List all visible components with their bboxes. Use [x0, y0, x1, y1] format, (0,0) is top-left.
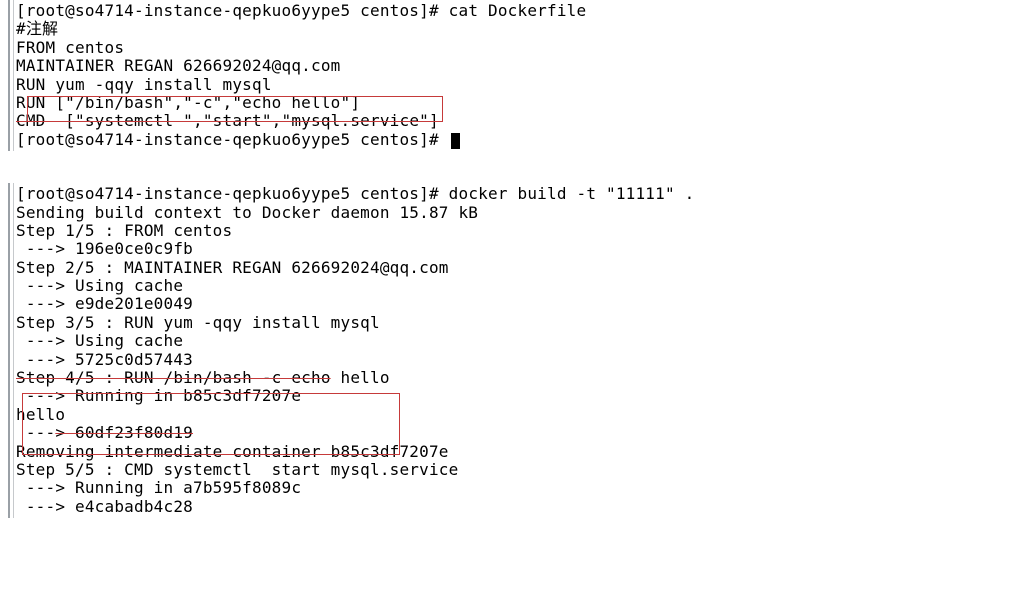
line-step4-hash: ---> 60df23f80d19	[16, 424, 1020, 442]
line-step2: Step 2/5 : MAINTAINER REGAN 626692024@qq…	[16, 259, 1020, 277]
terminal-bottom: [root@so4714-instance-qepkuo6yype5 cento…	[8, 183, 1026, 518]
line-step4-hash-struck: > 60df23f80d19	[55, 423, 193, 442]
line-cmd-struck: CMD ["systemctl ","start","mysql.ser	[16, 111, 380, 130]
line-step1: Step 1/5 : FROM centos	[16, 222, 1020, 240]
line-step2-cache: ---> Using cache	[16, 277, 1020, 295]
line-from: FROM centos	[16, 39, 1020, 57]
cursor-icon	[451, 133, 460, 149]
line-step4-running: ---> Running in b85c3df7207e	[16, 387, 1020, 405]
line-step5: Step 5/5 : CMD systemctl start mysql.ser…	[16, 461, 1020, 479]
line-step3: Step 3/5 : RUN yum -qqy install mysql	[16, 314, 1020, 332]
line-sending-context: Sending build context to Docker daemon 1…	[16, 204, 1020, 222]
line-step3-hash: ---> 5725c0d57443	[16, 351, 1020, 369]
line-prompt-idle: [root@so4714-instance-qepkuo6yype5 cento…	[16, 131, 1020, 149]
line-comment: #注解	[16, 20, 1020, 38]
line-step1-hash: ---> 196e0ce0c9fb	[16, 240, 1020, 258]
line-removing: Removing intermediate container b85c3df7…	[16, 443, 1020, 461]
line-cmd-tail: vice"]	[380, 111, 439, 130]
line-step5-hash: ---> e4cabadb4c28	[16, 498, 1020, 516]
terminal-top: [root@so4714-instance-qepkuo6yype5 cento…	[8, 0, 1026, 151]
line-cat-dockerfile: [root@so4714-instance-qepkuo6yype5 cento…	[16, 2, 1020, 20]
line-run-yum: RUN yum -qqy install mysql	[16, 76, 1020, 94]
line-step4: Step 4/5 : RUN /bin/bash -c echo hello	[16, 369, 1020, 387]
line-step3-cache: ---> Using cache	[16, 332, 1020, 350]
prompt: [root@so4714-instance-qepkuo6yype5 cento…	[16, 1, 449, 20]
line-step4-hash-head: ---	[16, 423, 55, 442]
prompt: [root@so4714-instance-qepkuo6yype5 cento…	[16, 184, 449, 203]
line-cmd: CMD ["systemctl ","start","mysql.service…	[16, 112, 1020, 130]
line-step4-tail: hello	[331, 368, 390, 387]
line-hello-output: hello	[16, 406, 1020, 424]
command-cat: cat Dockerfile	[449, 1, 587, 20]
line-docker-build: [root@so4714-instance-qepkuo6yype5 cento…	[16, 185, 1020, 203]
line-step5-running: ---> Running in a7b595f8089c	[16, 479, 1020, 497]
line-maintainer: MAINTAINER REGAN 626692024@qq.com	[16, 57, 1020, 75]
line-step2-hash: ---> e9de201e0049	[16, 295, 1020, 313]
command-docker-build: docker build -t "11111" .	[449, 184, 695, 203]
prompt: [root@so4714-instance-qepkuo6yype5 cento…	[16, 130, 449, 149]
line-step4-struck: Step 4/5 : RUN /bin/bash -c echo	[16, 368, 331, 387]
line-run-bash: RUN ["/bin/bash","-c","echo hello"]	[16, 94, 1020, 112]
